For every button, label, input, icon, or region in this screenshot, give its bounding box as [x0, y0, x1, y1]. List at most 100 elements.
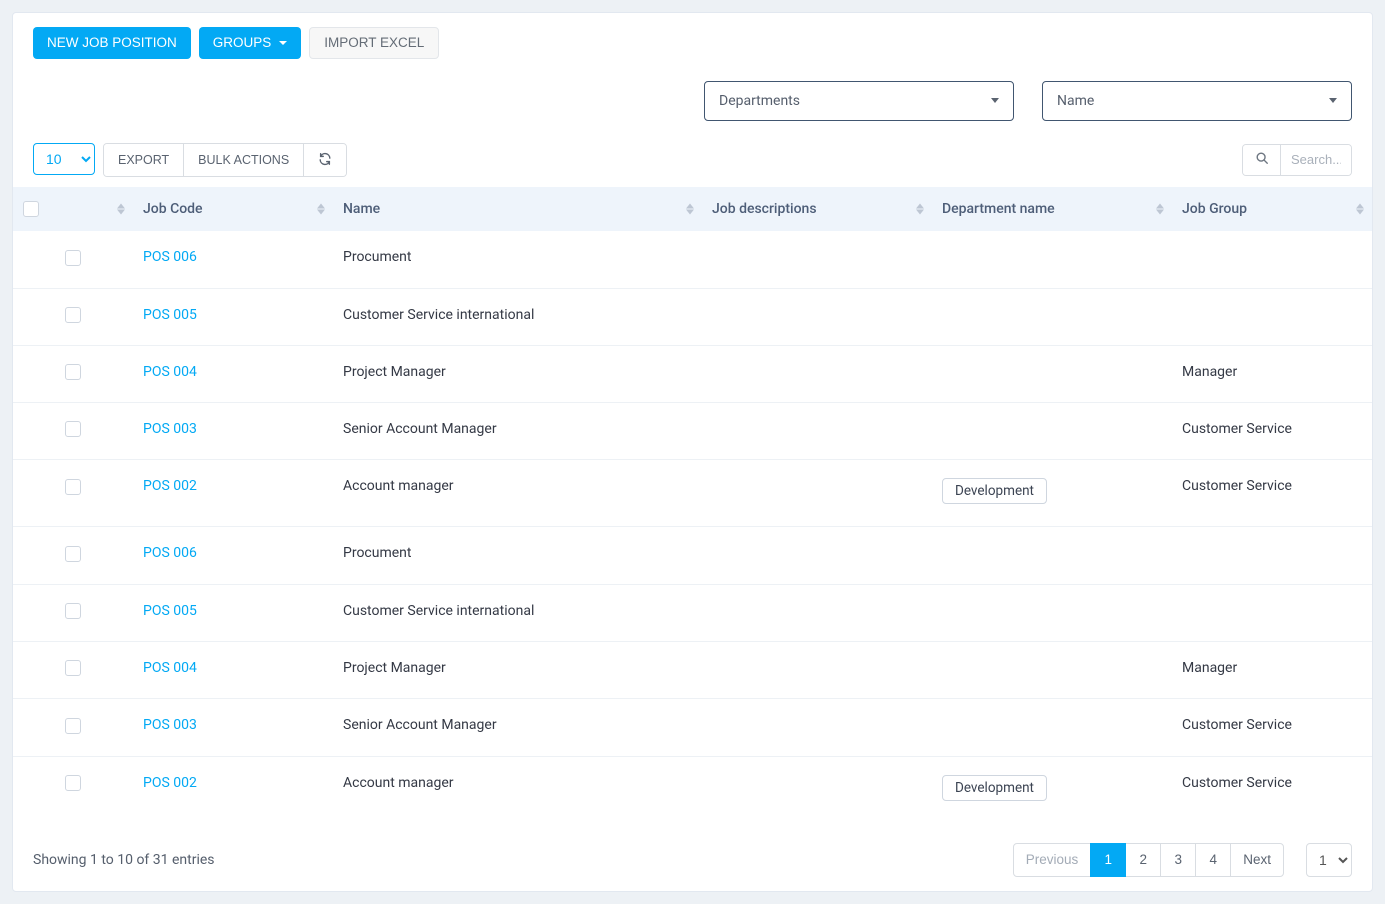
- table-row: POS 002 Account manager DevelopmentCustome…: [13, 756, 1372, 823]
- cell-job-code: POS 003: [133, 699, 333, 756]
- cell-job-code: POS 006: [133, 527, 333, 584]
- cell-job-group: Customer Service: [1172, 699, 1372, 756]
- sort-icon: [317, 204, 325, 215]
- pagination-previous[interactable]: Previous: [1013, 843, 1092, 877]
- cell-job-descriptions: [702, 527, 932, 584]
- entries-info: Showing 1 to 10 of 31 entries: [33, 852, 215, 868]
- row-select-cell: [13, 460, 133, 527]
- table-row: POS 003Senior Account ManagerCustomer Se…: [13, 403, 1372, 460]
- row-checkbox[interactable]: [65, 546, 81, 562]
- page-card: NEW JOB POSITION GROUPS IMPORT EXCEL Dep…: [12, 12, 1373, 892]
- col-header-name[interactable]: Name: [333, 187, 702, 231]
- table-row: POS 005 Customer Service international: [13, 584, 1372, 641]
- row-checkbox[interactable]: [65, 421, 81, 437]
- row-checkbox[interactable]: [65, 479, 81, 495]
- job-code-link[interactable]: POS 005: [143, 603, 197, 619]
- table-tools-left: 10 EXPORT BULK ACTIONS: [33, 143, 347, 178]
- cell-job-group: Manager: [1172, 642, 1372, 699]
- job-code-link[interactable]: POS 006: [143, 545, 197, 561]
- pagination-page-3[interactable]: 3: [1160, 843, 1196, 877]
- cell-department-name: Development: [932, 460, 1172, 527]
- filters-row: Departments Name: [13, 59, 1372, 121]
- col-header-department-name[interactable]: Department name: [932, 187, 1172, 231]
- cell-job-group: Customer Service: [1172, 403, 1372, 460]
- table-row: POS 005Customer Service international: [13, 288, 1372, 345]
- job-code-link[interactable]: POS 003: [143, 717, 197, 733]
- import-excel-label: IMPORT EXCEL: [324, 36, 424, 50]
- job-code-link[interactable]: POS 005: [143, 307, 197, 323]
- job-code-link[interactable]: POS 002: [143, 478, 197, 494]
- pagination-page-1[interactable]: 1: [1090, 843, 1126, 877]
- cell-name: Project Manager: [333, 642, 702, 699]
- table-row: POS 002 Account manager Development Custome…: [13, 460, 1372, 527]
- search-button[interactable]: [1243, 145, 1281, 175]
- row-checkbox[interactable]: [65, 364, 81, 380]
- select-all-checkbox[interactable]: [23, 201, 39, 217]
- pagination-next[interactable]: Next: [1230, 843, 1284, 877]
- name-filter-select[interactable]: Name: [1042, 81, 1352, 121]
- cell-job-group: [1172, 584, 1372, 641]
- row-checkbox[interactable]: [65, 250, 81, 266]
- cell-name: Senior Account Manager: [333, 699, 702, 756]
- cell-job-descriptions: [702, 288, 932, 345]
- groups-dropdown-button[interactable]: GROUPS: [199, 27, 302, 59]
- cell-name: Account manager: [333, 460, 702, 527]
- row-select-cell: [13, 403, 133, 460]
- pagination-page-4[interactable]: 4: [1195, 843, 1231, 877]
- cell-job-descriptions: [702, 460, 932, 527]
- job-code-link[interactable]: POS 004: [143, 660, 197, 676]
- job-code-link[interactable]: POS 003: [143, 421, 197, 437]
- table-row: POS 006 Procument: [13, 231, 1372, 288]
- table-row: POS 003 Senior Account Manager Customer Se…: [13, 699, 1372, 756]
- col-label: Job Group: [1182, 201, 1247, 217]
- table-header-row: Job Code Name Job descriptions Departmen…: [13, 187, 1372, 231]
- search-input[interactable]: [1281, 145, 1351, 175]
- job-code-link[interactable]: POS 004: [143, 364, 197, 380]
- page-length-select[interactable]: 10: [33, 143, 95, 175]
- row-checkbox[interactable]: [65, 718, 81, 734]
- col-header-select[interactable]: [13, 187, 133, 231]
- cell-name: Customer Service international: [333, 584, 702, 641]
- refresh-button[interactable]: [304, 144, 346, 177]
- row-checkbox[interactable]: [65, 603, 81, 619]
- new-job-position-button[interactable]: NEW JOB POSITION: [33, 27, 191, 59]
- bulk-actions-button[interactable]: BULK ACTIONS: [184, 144, 304, 177]
- job-code-link[interactable]: POS 002: [143, 775, 197, 791]
- cell-job-group: [1172, 288, 1372, 345]
- cell-job-code: POS 004: [133, 345, 333, 402]
- row-checkbox[interactable]: [65, 660, 81, 676]
- export-label: EXPORT: [118, 154, 169, 167]
- row-select-cell: [13, 345, 133, 402]
- goto-page-select[interactable]: 1: [1306, 843, 1352, 877]
- row-checkbox[interactable]: [65, 307, 81, 323]
- search-wrap: [1242, 144, 1352, 176]
- department-tag: Development: [942, 478, 1047, 504]
- groups-label: GROUPS: [213, 36, 272, 50]
- table-row: POS 004Project ManagerManager: [13, 345, 1372, 402]
- departments-filter-select[interactable]: Departments: [704, 81, 1014, 121]
- row-select-cell: [13, 231, 133, 288]
- pagination-page-2[interactable]: 2: [1125, 843, 1161, 877]
- col-header-job-group[interactable]: Job Group: [1172, 187, 1372, 231]
- cell-job-code: POS 002: [133, 756, 333, 823]
- table-row: POS 006Procument: [13, 527, 1372, 584]
- job-code-link[interactable]: POS 006: [143, 249, 197, 265]
- cell-job-descriptions: [702, 756, 932, 823]
- row-checkbox[interactable]: [65, 775, 81, 791]
- cell-name: Account manager: [333, 756, 702, 823]
- cell-department-name: Development: [932, 756, 1172, 823]
- cell-job-group: Customer Service: [1172, 756, 1372, 823]
- col-header-job-descriptions[interactable]: Job descriptions: [702, 187, 932, 231]
- row-select-cell: [13, 642, 133, 699]
- col-header-job-code[interactable]: Job Code: [133, 187, 333, 231]
- cell-job-group: Customer Service: [1172, 460, 1372, 527]
- cell-job-group: [1172, 527, 1372, 584]
- departments-filter-label: Departments: [719, 93, 800, 109]
- export-button[interactable]: EXPORT: [104, 144, 184, 177]
- import-excel-button[interactable]: IMPORT EXCEL: [309, 27, 439, 59]
- cell-name: Procument: [333, 231, 702, 288]
- new-job-position-label: NEW JOB POSITION: [47, 36, 177, 50]
- cell-job-descriptions: [702, 403, 932, 460]
- sort-icon: [686, 204, 694, 215]
- cell-job-descriptions: [702, 642, 932, 699]
